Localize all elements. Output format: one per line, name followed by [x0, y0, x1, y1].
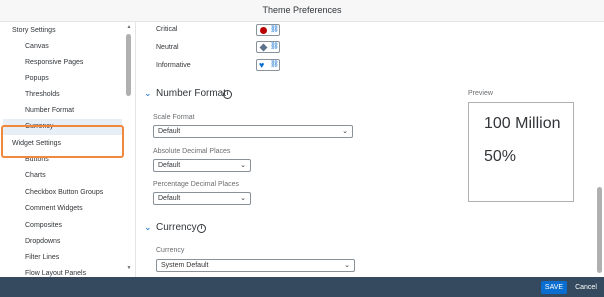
info-icon[interactable]: i [197, 224, 206, 233]
chevron-down-icon: ⌄ [240, 162, 246, 169]
threshold-critical-label: Critical [156, 26, 178, 33]
percentage-decimal-label: Percentage Decimal Places [153, 181, 239, 188]
diamond-icon [259, 43, 268, 52]
chevron-down-icon: ⌄ [342, 128, 348, 135]
title-bar: Theme Preferences [0, 0, 604, 22]
sidebar-item-filter-lines[interactable]: Filter Lines [25, 251, 59, 265]
main-scroll-thumb[interactable] [597, 187, 602, 273]
sidebar-item-story-settings[interactable]: Story Settings [12, 24, 56, 38]
scale-format-label: Scale Format [153, 114, 195, 121]
link-icon: ⛓ [270, 43, 279, 50]
currency-field-label: Currency [156, 247, 185, 254]
sidebar-scrollbar[interactable]: ▲ ▼ [126, 22, 132, 277]
sidebar-item-canvas[interactable]: Canvas [25, 40, 49, 54]
sidebar-scroll-thumb[interactable] [126, 34, 131, 96]
circle-icon [260, 27, 267, 34]
link-icon: ⛓ [270, 61, 279, 68]
sidebar-item-charts[interactable]: Charts [25, 169, 46, 183]
sidebar-item-responsive-pages[interactable]: Responsive Pages [25, 56, 83, 70]
scale-format-select[interactable]: Default ⌄ [153, 125, 353, 138]
scroll-up-arrow-icon[interactable]: ▲ [126, 24, 132, 30]
sidebar-item-number-format[interactable]: Number Format [25, 104, 74, 118]
threshold-informative-label: Informative [156, 62, 191, 69]
number-format-heading[interactable]: Number Format [156, 88, 226, 99]
chevron-down-icon: ⌄ [240, 195, 246, 202]
absolute-decimal-value: Default [158, 162, 181, 169]
threshold-neutral-label: Neutral [156, 44, 179, 51]
main-panel: Critical ⛓ Neutral ⛓ Informative ♥ ⛓ ⌄ N… [137, 22, 604, 277]
save-button[interactable]: SAVE [541, 281, 567, 294]
sidebar-item-comment-widgets[interactable]: Comment Widgets [25, 202, 83, 216]
absolute-decimal-select[interactable]: Default ⌄ [153, 159, 251, 172]
sidebar-item-composites[interactable]: Composites [25, 219, 62, 233]
sidebar-item-dropdowns[interactable]: Dropdowns [25, 235, 60, 249]
chevron-down-icon[interactable]: ⌄ [144, 222, 152, 233]
preview-scale-value: 100 Million [484, 115, 561, 132]
footer-bar: SAVE Cancel [0, 277, 604, 297]
highlight-annotation [1, 125, 124, 158]
percentage-decimal-select[interactable]: Default ⌄ [153, 192, 251, 205]
threshold-neutral-picker[interactable]: ⛓ [256, 41, 280, 53]
link-icon: ⛓ [270, 26, 279, 33]
preview-label: Preview [468, 90, 493, 97]
preview-box: 100 Million 50% [468, 102, 574, 202]
chevron-down-icon[interactable]: ⌄ [144, 88, 152, 99]
info-icon[interactable]: i [223, 90, 232, 99]
sidebar-item-popups[interactable]: Popups [25, 72, 49, 86]
sidebar: Story Settings Canvas Responsive Pages P… [0, 22, 136, 277]
currency-value: System Default [161, 262, 209, 269]
preview-percent-value: 50% [484, 148, 517, 165]
threshold-informative-picker[interactable]: ♥ ⛓ [256, 59, 280, 71]
absolute-decimal-label: Absolute Decimal Places [153, 148, 231, 155]
currency-select[interactable]: System Default ⌄ [156, 259, 355, 272]
scale-format-value: Default [158, 128, 181, 135]
dialog-title: Theme Preferences [262, 5, 342, 15]
percentage-decimal-value: Default [158, 195, 181, 202]
cancel-button[interactable]: Cancel [572, 281, 600, 294]
sidebar-item-checkbox-button-groups[interactable]: Checkbox Button Groups [25, 186, 103, 200]
threshold-critical-picker[interactable]: ⛓ [256, 24, 280, 36]
sidebar-item-flow-layout-panels[interactable]: Flow Layout Panels [25, 267, 86, 277]
heart-icon: ♥ [259, 60, 265, 70]
chevron-down-icon: ⌄ [344, 262, 350, 269]
sidebar-item-thresholds[interactable]: Thresholds [25, 88, 60, 102]
scroll-down-arrow-icon[interactable]: ▼ [126, 265, 132, 271]
currency-heading[interactable]: Currency [156, 222, 197, 233]
